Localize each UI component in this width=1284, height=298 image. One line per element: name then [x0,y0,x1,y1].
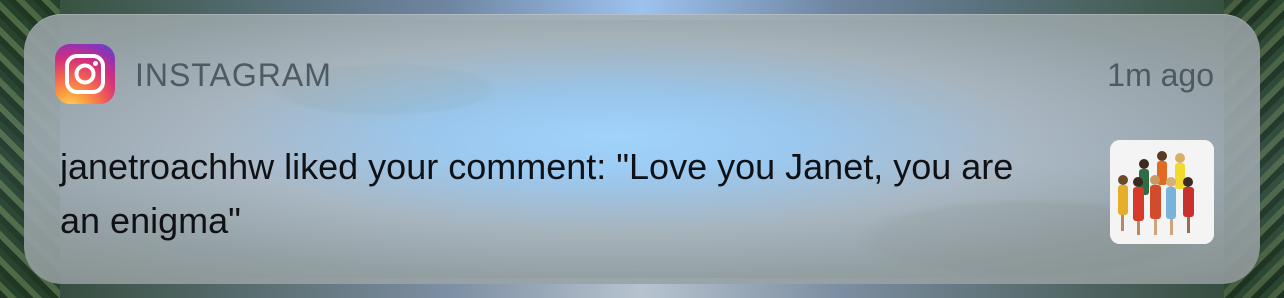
notification-timestamp: 1m ago [1107,57,1214,93]
post-thumbnail[interactable] [1110,140,1214,244]
notification-message: janetroachhw liked your comment: "Love y… [60,146,1014,241]
thumbnail-image [1110,140,1214,244]
app-name: INSTAGRAM [135,57,332,93]
instagram-icon [55,44,115,104]
notification-card[interactable]: INSTAGRAM 1m ago janetroachhw liked your… [24,14,1260,284]
